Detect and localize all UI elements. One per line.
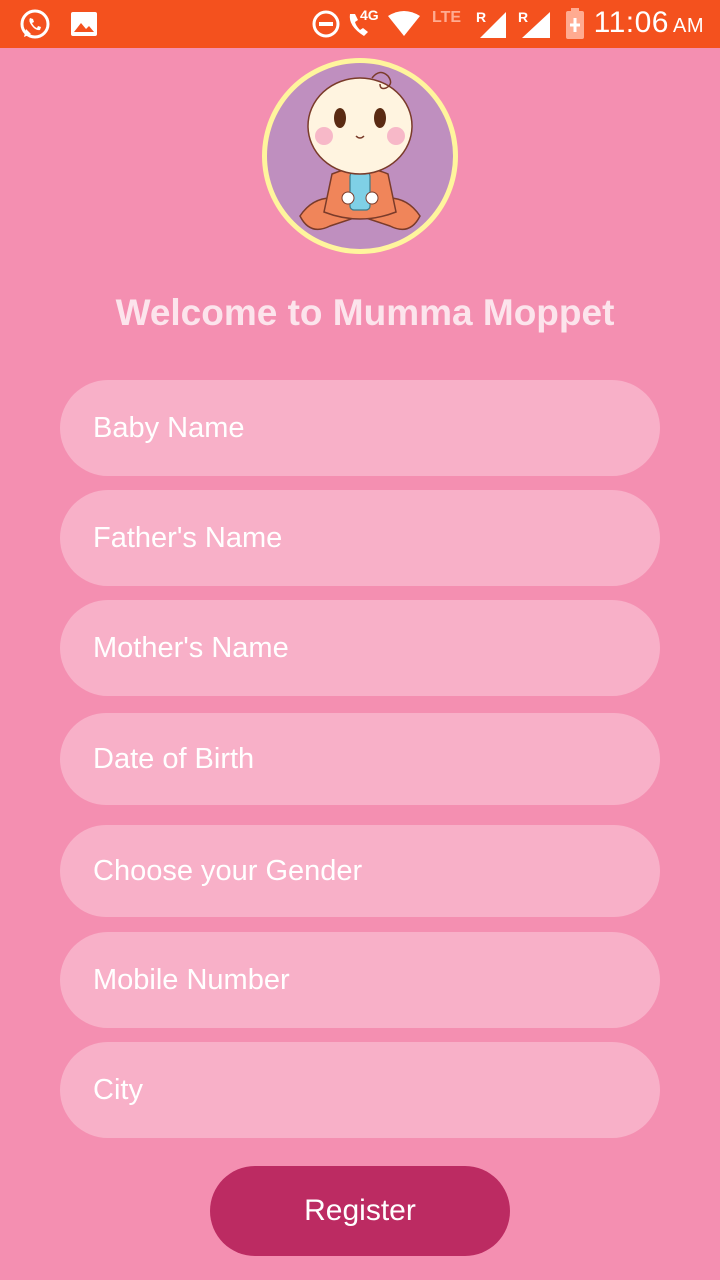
status-time: 11:06 AM (593, 6, 704, 39)
mobile-number-input[interactable]: Mobile Number (60, 932, 660, 1028)
svg-text:R: R (476, 9, 486, 25)
image-icon (70, 8, 98, 40)
mother-name-input[interactable]: Mother's Name (60, 600, 660, 696)
city-input[interactable]: City (60, 1042, 660, 1138)
do-not-disturb-icon (312, 8, 340, 40)
battery-charging-icon (564, 8, 586, 40)
date-of-birth-input[interactable]: Date of Birth (60, 713, 660, 805)
signal-icon: LTE R (432, 8, 512, 40)
wifi-icon (386, 8, 422, 40)
svg-text:LTE: LTE (432, 9, 461, 26)
baby-name-input[interactable]: Baby Name (60, 380, 660, 476)
gender-select[interactable]: Choose your Gender (60, 825, 660, 917)
svg-text:4G: 4G (360, 8, 379, 23)
baby-logo (260, 56, 460, 256)
status-bar: 4G LTE R R 11:06 AM (0, 0, 720, 48)
register-button[interactable]: Register (210, 1166, 510, 1256)
wifi-call-icon: 4G (346, 8, 382, 40)
father-name-input[interactable]: Father's Name (60, 490, 660, 586)
whatsapp-icon (18, 8, 52, 40)
signal-icon: R (518, 8, 554, 40)
page-title: Welcome to Mumma Moppet (115, 292, 615, 333)
svg-text:R: R (518, 9, 528, 25)
